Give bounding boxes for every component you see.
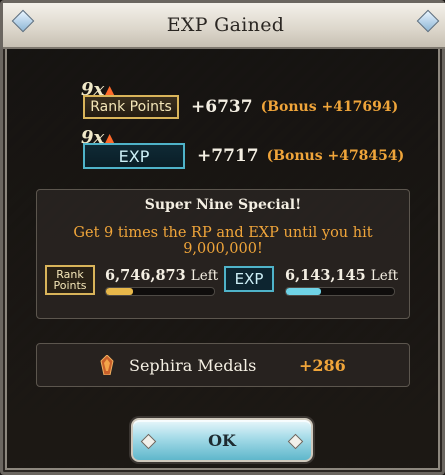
rank-points-gain: +6737 (191, 97, 253, 117)
diamond-ornament-icon (416, 9, 440, 33)
exp-small-badge: EXP (224, 266, 274, 292)
rp-progress-fill (106, 288, 133, 295)
rank-points-bonus: (Bonus +417694) (260, 99, 399, 115)
exp-badge: EXP (83, 143, 185, 169)
exp-gained-dialog: EXP Gained 9x▲ Rank Points +6737 (Bonus … (0, 0, 445, 475)
ok-button-label: OK (208, 430, 236, 450)
exp-bonus: (Bonus +478454) (266, 148, 405, 164)
dialog-titlebar: EXP Gained (3, 3, 445, 49)
exp-progress-fill (286, 288, 321, 295)
exp-remaining: 6,143,145 Left (285, 267, 398, 284)
rp-progress-bar (105, 287, 215, 296)
special-title: Super Nine Special! (144, 197, 302, 213)
exp-remaining-value: 6,143,145 (285, 267, 366, 284)
diamond-ornament-icon (11, 9, 35, 33)
rank-points-row: Rank Points +6737 (Bonus +417694) (83, 95, 398, 119)
exp-progress-bar (285, 287, 395, 296)
dialog-title: EXP Gained (166, 14, 285, 36)
special-description: Get 9 times the RP and EXP until you hit… (73, 225, 373, 257)
rp-badge-line2: Points (53, 279, 87, 292)
exp-row: EXP +7717 (Bonus +478454) (83, 143, 404, 169)
rank-points-small-badge: Rank Points (45, 265, 95, 295)
sephira-medals-value: +286 (299, 356, 346, 375)
ok-button[interactable]: OK (131, 418, 313, 462)
exp-remaining-label: Left (370, 268, 399, 284)
rp-remaining: 6,746,873 Left (105, 267, 218, 284)
diamond-ornament-icon (287, 433, 304, 450)
super-nine-special-panel: Super Nine Special! Get 9 times the RP a… (36, 189, 410, 319)
sephira-medals-panel: Sephira Medals +286 (36, 343, 410, 387)
sephira-medal-icon (100, 355, 114, 375)
diamond-ornament-icon (140, 433, 157, 450)
exp-gain: +7717 (197, 146, 259, 166)
rp-remaining-value: 6,746,873 (105, 267, 186, 284)
rp-remaining-label: Left (190, 268, 219, 284)
rank-points-badge: Rank Points (83, 95, 179, 119)
sephira-medals-label: Sephira Medals (129, 356, 257, 375)
